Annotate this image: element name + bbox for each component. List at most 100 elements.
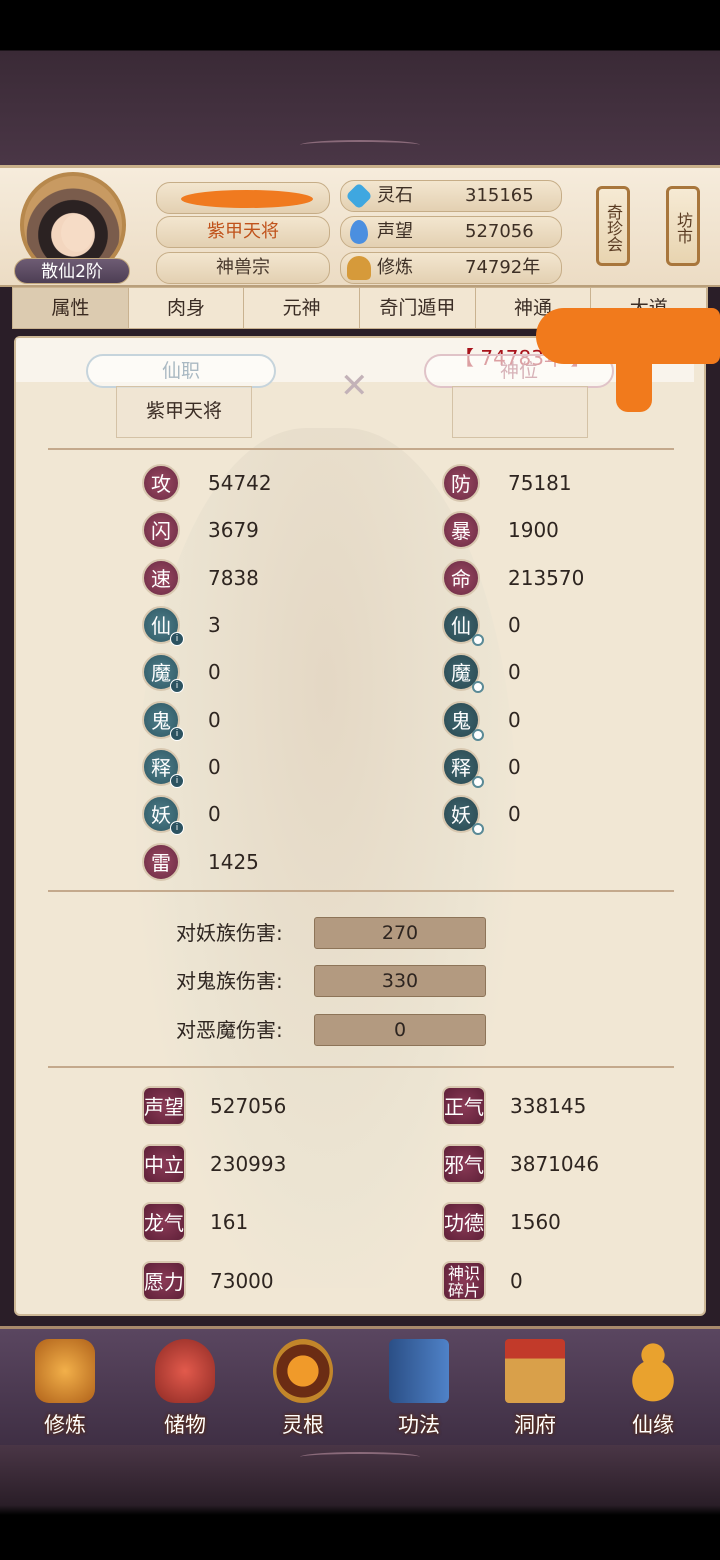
bottom-background [0, 1445, 720, 1560]
top-ornament [300, 140, 420, 150]
crit-badge: 暴 [442, 511, 480, 549]
rep-badge: 功德 [442, 1202, 486, 1242]
player-sect: 神兽宗 [156, 252, 330, 284]
bottom-ornament [300, 1452, 420, 1462]
rep-badge: 正气 [442, 1086, 486, 1126]
spirit-stone-icon [345, 182, 373, 210]
player-title: 紫甲天将 [156, 216, 330, 248]
ring-icon [472, 681, 484, 693]
info-icon[interactable]: i [170, 821, 184, 835]
nav-label: 灵根 [282, 1413, 324, 1437]
nav-cultivate[interactable]: 修炼 [10, 1335, 120, 1443]
tab-qimen[interactable]: 奇门遁甲 [360, 288, 476, 328]
resource-label: 声望 [377, 221, 413, 242]
rep-badge: 声望 [142, 1086, 186, 1126]
rep-value: 338145 [510, 1094, 587, 1118]
immortal-post-value: 紫甲天将 [145, 400, 222, 422]
stat-value: 0 [208, 660, 221, 684]
cultivate-icon [35, 1339, 95, 1403]
nav-spirit-root[interactable]: 灵根 [248, 1335, 358, 1443]
market-button[interactable]: 坊市 [666, 186, 700, 266]
divider [48, 890, 674, 892]
rep-value: 161 [210, 1210, 249, 1234]
bottom-nav: 修炼 储物 灵根 功法 洞府 仙缘 [0, 1326, 720, 1446]
resource-value: 74792年 [465, 257, 541, 278]
nav-skills[interactable]: 功法 [364, 1335, 474, 1443]
resource-value: 527056 [465, 221, 534, 242]
rank-badge: 散仙2阶 [14, 258, 130, 284]
stat-value: 3 [208, 613, 221, 637]
damage-label: 对鬼族伤害: [176, 969, 283, 993]
dodge-badge: 闪 [142, 511, 180, 549]
stat-value: 1425 [208, 850, 259, 874]
nav-cave-abode[interactable]: 洞府 [480, 1335, 590, 1443]
resource-value: 315165 [465, 185, 534, 206]
rep-value: 527056 [210, 1094, 287, 1118]
info-icon[interactable]: i [170, 679, 184, 693]
nav-label: 功法 [398, 1413, 440, 1437]
tab-body[interactable]: 肉身 [129, 288, 245, 328]
nav-label: 仙缘 [632, 1413, 674, 1437]
info-icon[interactable]: i [170, 727, 184, 741]
resource-label: 灵石 [377, 185, 413, 206]
stat-value: 0 [508, 755, 521, 779]
attributes-panel: 【 74783年 】 仙职 紫甲天将 ✕ 神位 攻54742 闪3679 速78… [14, 336, 706, 1316]
stat-value: 213570 [508, 566, 585, 590]
info-icon[interactable]: i [170, 774, 184, 788]
attack-badge: 攻 [142, 464, 180, 502]
stat-value: 0 [208, 802, 221, 826]
stat-value: 7838 [208, 566, 259, 590]
resource-reputation: 声望 527056 [340, 216, 562, 248]
damage-label: 对恶魔伤害: [176, 1018, 283, 1042]
stat-value: 0 [208, 708, 221, 732]
storage-bag-icon [155, 1339, 215, 1403]
nav-storage[interactable]: 储物 [130, 1335, 240, 1443]
rep-value: 1560 [510, 1210, 561, 1234]
speed-badge: 速 [142, 559, 180, 597]
hp-badge: 命 [442, 559, 480, 597]
cultivation-icon [347, 256, 371, 280]
stat-value: 0 [208, 755, 221, 779]
damage-value-bar: 0 [314, 1014, 486, 1046]
rep-badge: 龙气 [142, 1202, 186, 1242]
stat-value: 0 [508, 613, 521, 637]
thunder-badge: 雷 [142, 843, 180, 881]
rep-value: 3871046 [510, 1152, 600, 1176]
nav-fate[interactable]: 仙缘 [598, 1335, 708, 1443]
immortal-post-label: 仙职 [86, 354, 276, 388]
tab-attributes[interactable]: 属性 [13, 288, 129, 328]
immortal-post-box[interactable]: 紫甲天将 [116, 386, 252, 438]
player-name [156, 182, 330, 214]
app-screen: 散仙2阶 紫甲天将 神兽宗 灵石 315165 声望 527056 修炼 747… [0, 0, 720, 1560]
god-rank-box[interactable] [452, 386, 588, 438]
stat-value: 0 [508, 802, 521, 826]
player-header: 散仙2阶 紫甲天将 神兽宗 灵石 315165 声望 527056 修炼 747… [0, 165, 720, 287]
cave-abode-icon [505, 1339, 565, 1403]
skill-book-icon [389, 1339, 449, 1403]
damage-value-bar: 330 [314, 965, 486, 997]
resource-spirit-stone: 灵石 315165 [340, 180, 562, 212]
reputation-icon [350, 220, 368, 244]
stat-value: 54742 [208, 471, 272, 495]
resource-cultivation: 修炼 74792年 [340, 252, 562, 284]
divider [48, 1066, 674, 1068]
rep-value: 73000 [210, 1269, 274, 1293]
nav-label: 储物 [164, 1413, 206, 1437]
gourd-icon [623, 1339, 683, 1403]
info-icon[interactable]: i [170, 632, 184, 646]
defense-badge: 防 [442, 464, 480, 502]
nav-label: 修炼 [44, 1413, 86, 1437]
damage-label: 对妖族伤害: [176, 921, 283, 945]
tab-spirit[interactable]: 元神 [244, 288, 361, 328]
rep-badge: 中立 [142, 1144, 186, 1184]
rep-value: 0 [510, 1269, 523, 1293]
stat-value: 3679 [208, 518, 259, 542]
ring-icon [472, 729, 484, 741]
name-redaction [181, 190, 313, 208]
rep-badge: 邪气 [442, 1144, 486, 1184]
rep-badge: 愿力 [142, 1261, 186, 1301]
avatar-face [61, 214, 93, 252]
stat-value: 1900 [508, 518, 559, 542]
treasure-fair-button[interactable]: 奇珍会 [596, 186, 630, 266]
redaction-scribble [616, 330, 652, 412]
